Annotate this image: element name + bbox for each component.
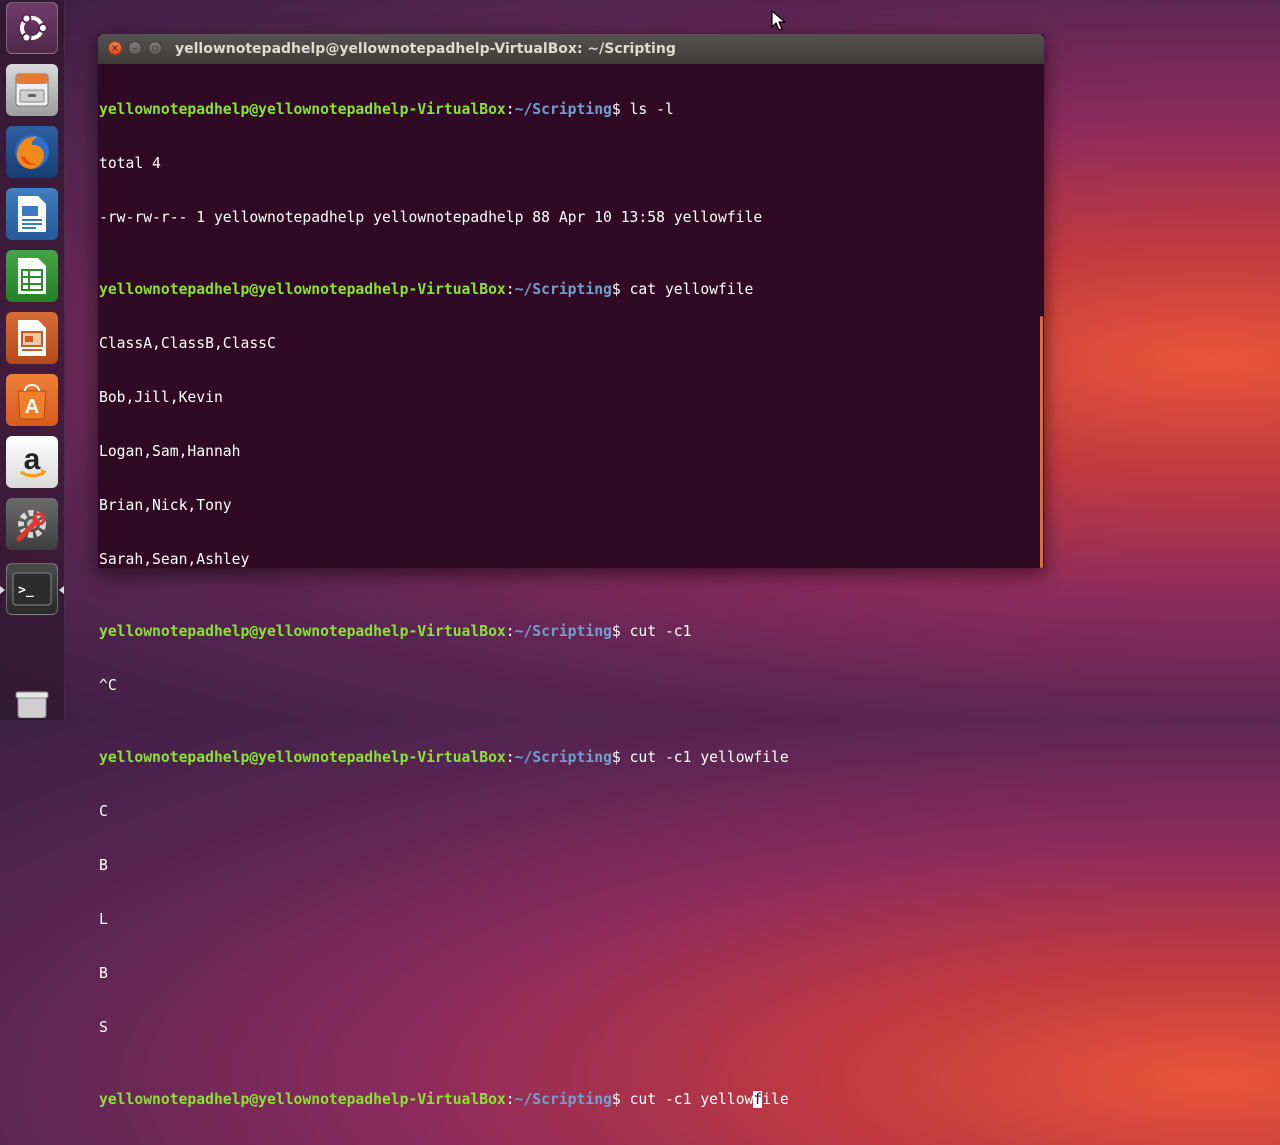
prompt-line: yellownotepadhelp@yellownotepadhelp-Virt… (99, 281, 1035, 299)
maximize-button[interactable]: ▫ (148, 41, 162, 55)
command-text: cut -c1 (629, 623, 692, 640)
prompt-colon: : (505, 1091, 515, 1108)
trash-icon (15, 691, 49, 718)
command-text: ls -l (629, 101, 674, 118)
command-input-text: cut -c1 yellow (629, 1091, 754, 1108)
terminal-output[interactable]: yellownotepadhelp@yellownotepadhelp-Virt… (99, 64, 1035, 1108)
output-line: L (99, 911, 108, 928)
firefox-button[interactable] (6, 126, 58, 178)
libreoffice-calc-button[interactable] (6, 250, 58, 302)
terminal-icon: >_ (12, 572, 52, 606)
svg-text:a: a (24, 443, 41, 476)
output-line: ClassA,ClassB,ClassC (99, 335, 276, 352)
prompt-colon: : (505, 281, 515, 298)
output-line: C (99, 803, 108, 820)
output-line: -rw-rw-r-- 1 yellownotepadhelp yellownot… (99, 209, 763, 226)
firefox-icon (15, 135, 49, 169)
ubuntu-logo-icon (20, 13, 48, 43)
window-title: yellownotepadhelp@yellownotepadhelp-Virt… (175, 41, 676, 57)
close-icon: × (110, 43, 120, 54)
prompt-dir: ~/Scripting (514, 1091, 612, 1108)
prompt-line: yellownotepadhelp@yellownotepadhelp-Virt… (99, 749, 1035, 767)
current-prompt-line[interactable]: yellownotepadhelp@yellownotepadhelp-Virt… (99, 1091, 1035, 1109)
output-line: B (99, 965, 108, 982)
prompt-dollar: $ (611, 1091, 630, 1108)
terminal-scrollbar[interactable] (1040, 316, 1043, 568)
prompt-colon: : (505, 623, 515, 640)
output-line: S (99, 1019, 108, 1036)
prompt-dollar: $ (611, 749, 630, 766)
calc-spreadsheet-icon (18, 258, 46, 294)
prompt-dir: ~/Scripting (514, 623, 612, 640)
output-line: total 4 (99, 155, 161, 172)
text-cursor: f (753, 1091, 763, 1108)
minimize-icon: – (132, 43, 138, 54)
prompt-dir: ~/Scripting (514, 281, 612, 298)
system-settings-button[interactable] (6, 498, 58, 550)
prompt-user-host: yellownotepadhelp@yellownotepadhelp-Virt… (99, 101, 506, 118)
focused-indicator-right (59, 586, 64, 594)
command-text: cut -c1 yellowfile (629, 749, 789, 766)
ubuntu-dash-button[interactable] (6, 2, 58, 54)
output-line: Sarah,Sean,Ashley (99, 551, 250, 568)
prompt-dollar: $ (611, 623, 630, 640)
prompt-user-host: yellownotepadhelp@yellownotepadhelp-Virt… (99, 749, 506, 766)
prompt-dir: ~/Scripting (514, 749, 612, 766)
svg-text:A: A (25, 396, 39, 418)
window-titlebar[interactable]: × – ▫ yellownotepadhelp@yellownotepadhel… (98, 34, 1044, 64)
libreoffice-writer-button[interactable] (6, 188, 58, 240)
output-line: Brian,Nick,Tony (99, 497, 232, 514)
output-line: B (99, 857, 108, 874)
files-button[interactable] (6, 64, 58, 116)
prompt-colon: : (505, 101, 515, 118)
prompt-colon: : (505, 749, 515, 766)
launcher: A a >_ (0, 0, 65, 720)
svg-text:>_: >_ (18, 583, 34, 598)
trash-button[interactable] (6, 688, 58, 720)
command-input-text-after-cursor: ile (762, 1091, 789, 1108)
ubuntu-software-button[interactable]: A (6, 374, 58, 426)
close-button[interactable]: × (108, 41, 122, 55)
prompt-line: yellownotepadhelp@yellownotepadhelp-Virt… (99, 101, 1035, 119)
libreoffice-impress-button[interactable] (6, 312, 58, 364)
running-indicator-left (0, 586, 5, 594)
prompt-user-host: yellownotepadhelp@yellownotepadhelp-Virt… (99, 623, 506, 640)
amazon-button[interactable]: a (6, 436, 58, 488)
terminal-button[interactable]: >_ (6, 563, 58, 615)
terminal-window: × – ▫ yellownotepadhelp@yellownotepadhel… (98, 34, 1044, 1108)
file-cabinet-icon (15, 73, 49, 107)
mouse-pointer-icon (771, 10, 786, 31)
prompt-dir: ~/Scripting (514, 101, 612, 118)
prompt-line: yellownotepadhelp@yellownotepadhelp-Virt… (99, 623, 1035, 641)
prompt-dollar: $ (611, 281, 630, 298)
output-line: Logan,Sam,Hannah (99, 443, 241, 460)
output-line: ^C (99, 677, 117, 694)
minimize-button[interactable]: – (128, 41, 142, 55)
writer-document-icon (18, 196, 46, 232)
maximize-icon: ▫ (151, 43, 159, 54)
command-text: cat yellowfile (629, 281, 754, 298)
prompt-user-host: yellownotepadhelp@yellownotepadhelp-Virt… (99, 1091, 506, 1108)
impress-presentation-icon (18, 320, 46, 356)
prompt-user-host: yellownotepadhelp@yellownotepadhelp-Virt… (99, 281, 506, 298)
shopping-bag-icon: A (17, 384, 47, 420)
output-line: Bob,Jill,Kevin (99, 389, 223, 406)
settings-wrench-icon (16, 510, 46, 542)
amazon-icon: a (20, 443, 47, 478)
prompt-dollar: $ (611, 101, 630, 118)
